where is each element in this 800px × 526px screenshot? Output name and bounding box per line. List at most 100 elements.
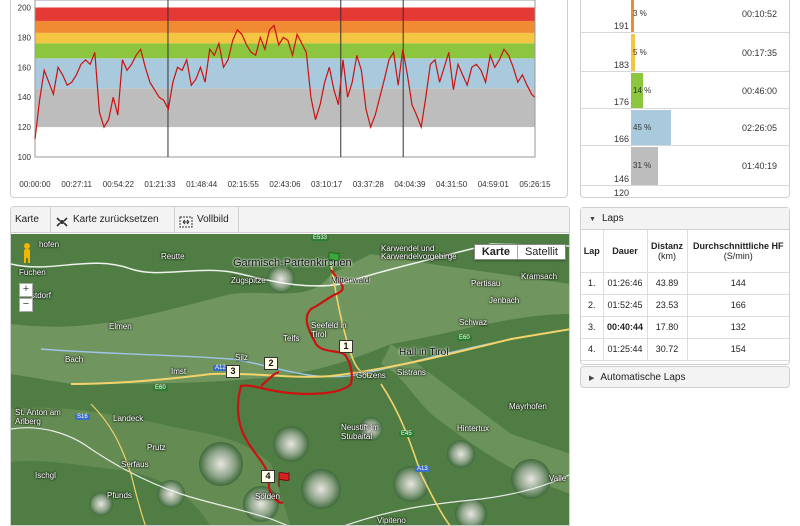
col-distance[interactable]: Distanz (km) <box>647 230 688 273</box>
map-canvas[interactable]: Garmisch-Partenkirchen Reutte Zugspitze … <box>11 234 569 525</box>
laps-panel: ▼ Laps Lap Dauer Distanz (km) Durchschnitt… <box>580 207 790 365</box>
place-pertisau: Pertisau <box>471 279 501 288</box>
place-valle: Valle <box>549 474 567 483</box>
zone-row: 176 14 % 00:46:00 <box>581 72 789 109</box>
lap-row[interactable]: 3. 00:40:44 17.80 132 <box>581 316 789 339</box>
x-tick-label: 00:54:22 <box>103 180 135 189</box>
hr-zone-panel: 191 3 % 00:10:52 183 5 % 00:17:35 176 14 % 00:46… <box>580 0 790 198</box>
y-tick-label: 100 <box>18 153 32 162</box>
place-mayrhofen: Mayrhofen <box>509 402 547 411</box>
x-tick-label: 02:15:55 <box>228 180 260 189</box>
lap-marker-1[interactable]: 1 <box>339 340 353 353</box>
x-tick-label: 05:26:15 <box>519 180 551 189</box>
place-imst: Imst <box>171 367 187 376</box>
x-tick-label: 04:59:01 <box>478 180 510 189</box>
place-hintertux: Hintertux <box>457 424 490 433</box>
place-telfs: Telfs <box>283 334 300 343</box>
place-kramsach: Kramsach <box>521 272 558 281</box>
reset-map-button[interactable]: Karte zurücksetzen <box>51 207 175 233</box>
hr-zone-band <box>35 58 535 89</box>
lap-cell-avg-hr: 154 <box>687 338 789 361</box>
place-reutte: Reutte <box>161 252 185 261</box>
zone-time: 00:10:52 <box>741 8 777 19</box>
zone-lower-limit: 191 <box>613 21 629 31</box>
laps-title: Laps <box>601 213 624 224</box>
lap-cell-lap: 3. <box>581 316 604 339</box>
x-tick-label: 03:10:17 <box>311 180 343 189</box>
auto-laps-title: Automatische Laps <box>600 372 686 383</box>
laps-table: Lap Dauer Distanz (km) Durchschnittliche … <box>581 230 789 361</box>
place-landeck: Landeck <box>113 414 144 423</box>
col-avg-hr[interactable]: Durchschnittliche HF (S/min) <box>687 230 789 273</box>
zone-time: 00:17:35 <box>741 47 777 58</box>
zone-lower-limit: 146 <box>613 174 629 184</box>
road-badge-a13: A13 <box>415 466 430 472</box>
road-badge-e60-east: E60 <box>457 335 472 341</box>
zone-percent: 45 % <box>633 122 652 132</box>
lap-cell-lap: 2. <box>581 294 604 317</box>
place-anton: St. Anton am Arlberg <box>15 408 61 426</box>
expand-triangle-icon: ▶ <box>589 375 595 382</box>
place-gotzens: Götzens <box>356 371 386 380</box>
col-lap[interactable]: Lap <box>581 230 604 273</box>
map-type-satellite-button[interactable]: Satellit <box>518 245 565 259</box>
auto-laps-panel[interactable]: ▶ Automatische Laps <box>580 366 790 388</box>
map-toolbar: Karte Karte zurücksetzen Vollbild <box>11 207 569 233</box>
heart-rate-chart: 100 120 140 160 180 200 00:00:00 00:27:11 00:54:… <box>18 0 551 189</box>
map-panel: Karte Karte zurücksetzen Vollbild Garmis… <box>10 206 570 526</box>
place-fuchen: Fuchen <box>19 268 46 277</box>
zone-row: 146 31 % 01:40:19 <box>581 146 789 186</box>
heart-rate-chart-panel: 100 120 140 160 180 200 00:00:00 00:27:11 00:54:… <box>10 0 568 198</box>
place-prutz: Prutz <box>147 443 166 452</box>
lap-marker-4[interactable]: 4 <box>261 470 275 483</box>
x-tick-label: 00:27:11 <box>61 180 92 189</box>
zoom-out-button[interactable]: − <box>19 298 33 312</box>
finish-flag-icon <box>278 471 290 487</box>
place-seefeld: Seefeld in Tirol <box>311 321 347 339</box>
x-tick-label: 03:37:28 <box>353 180 385 189</box>
place-silz: Silz <box>235 353 248 362</box>
lap-row[interactable]: 2. 01:52:45 23.53 166 <box>581 294 789 317</box>
hr-zone-band <box>35 20 535 33</box>
x-tick-label: 02:43:06 <box>269 180 301 189</box>
lap-cell-distance: 30.72 <box>647 338 688 361</box>
lap-cell-avg-hr: 144 <box>687 272 789 295</box>
lap-cell-duration: 00:40:44 <box>603 316 648 339</box>
lap-row[interactable]: 4. 01:25:44 30.72 154 <box>581 338 789 361</box>
reset-icon <box>55 213 69 227</box>
fullscreen-button[interactable]: Vollbild <box>175 207 239 233</box>
zone-row: 183 5 % 00:17:35 <box>581 33 789 72</box>
auto-laps-header[interactable]: ▶ Automatische Laps <box>581 367 789 389</box>
place-ischgl: Ischgl <box>35 471 56 480</box>
lap-cell-distance: 23.53 <box>647 294 688 317</box>
laps-header[interactable]: ▼ Laps <box>581 208 789 230</box>
col-distance-label: Distanz <box>650 240 683 251</box>
map-tab[interactable]: Karte <box>11 207 51 233</box>
map-type-map-button[interactable]: Karte <box>475 245 518 259</box>
place-bach: Bach <box>65 355 84 364</box>
road-badge-s16: S16 <box>75 414 90 420</box>
zone-lower-limit: 176 <box>613 97 629 107</box>
x-tick-label: 04:04:39 <box>394 180 426 189</box>
lap-marker-3[interactable]: 3 <box>226 365 240 378</box>
place-pfunds: Pfunds <box>107 491 132 500</box>
y-tick-label: 200 <box>18 3 32 12</box>
zoom-in-button[interactable]: + <box>19 283 33 297</box>
lap-row[interactable]: 1. 01:26:46 43.89 144 <box>581 272 789 295</box>
zone-time: 01:40:19 <box>741 161 777 171</box>
place-jenbach: Jenbach <box>489 296 520 305</box>
y-tick-label: 120 <box>18 123 32 132</box>
reset-map-label: Karte zurücksetzen <box>73 214 159 225</box>
lap-cell-avg-hr: 166 <box>687 294 789 317</box>
zone-percent: 14 % <box>633 85 652 95</box>
lap-cell-duration: 01:26:46 <box>603 272 648 295</box>
lap-cell-distance: 17.80 <box>647 316 688 339</box>
zone-percent: 31 % <box>633 161 652 170</box>
col-duration[interactable]: Dauer <box>603 230 648 273</box>
fullscreen-label: Vollbild <box>197 214 229 225</box>
lap-marker-2[interactable]: 2 <box>264 357 278 370</box>
place-zugspitze: Zugspitze <box>231 276 266 285</box>
street-view-pegman-icon[interactable] <box>21 242 33 264</box>
place-solden: Sölden <box>255 492 280 501</box>
lap-cell-duration: 01:52:45 <box>603 294 648 317</box>
